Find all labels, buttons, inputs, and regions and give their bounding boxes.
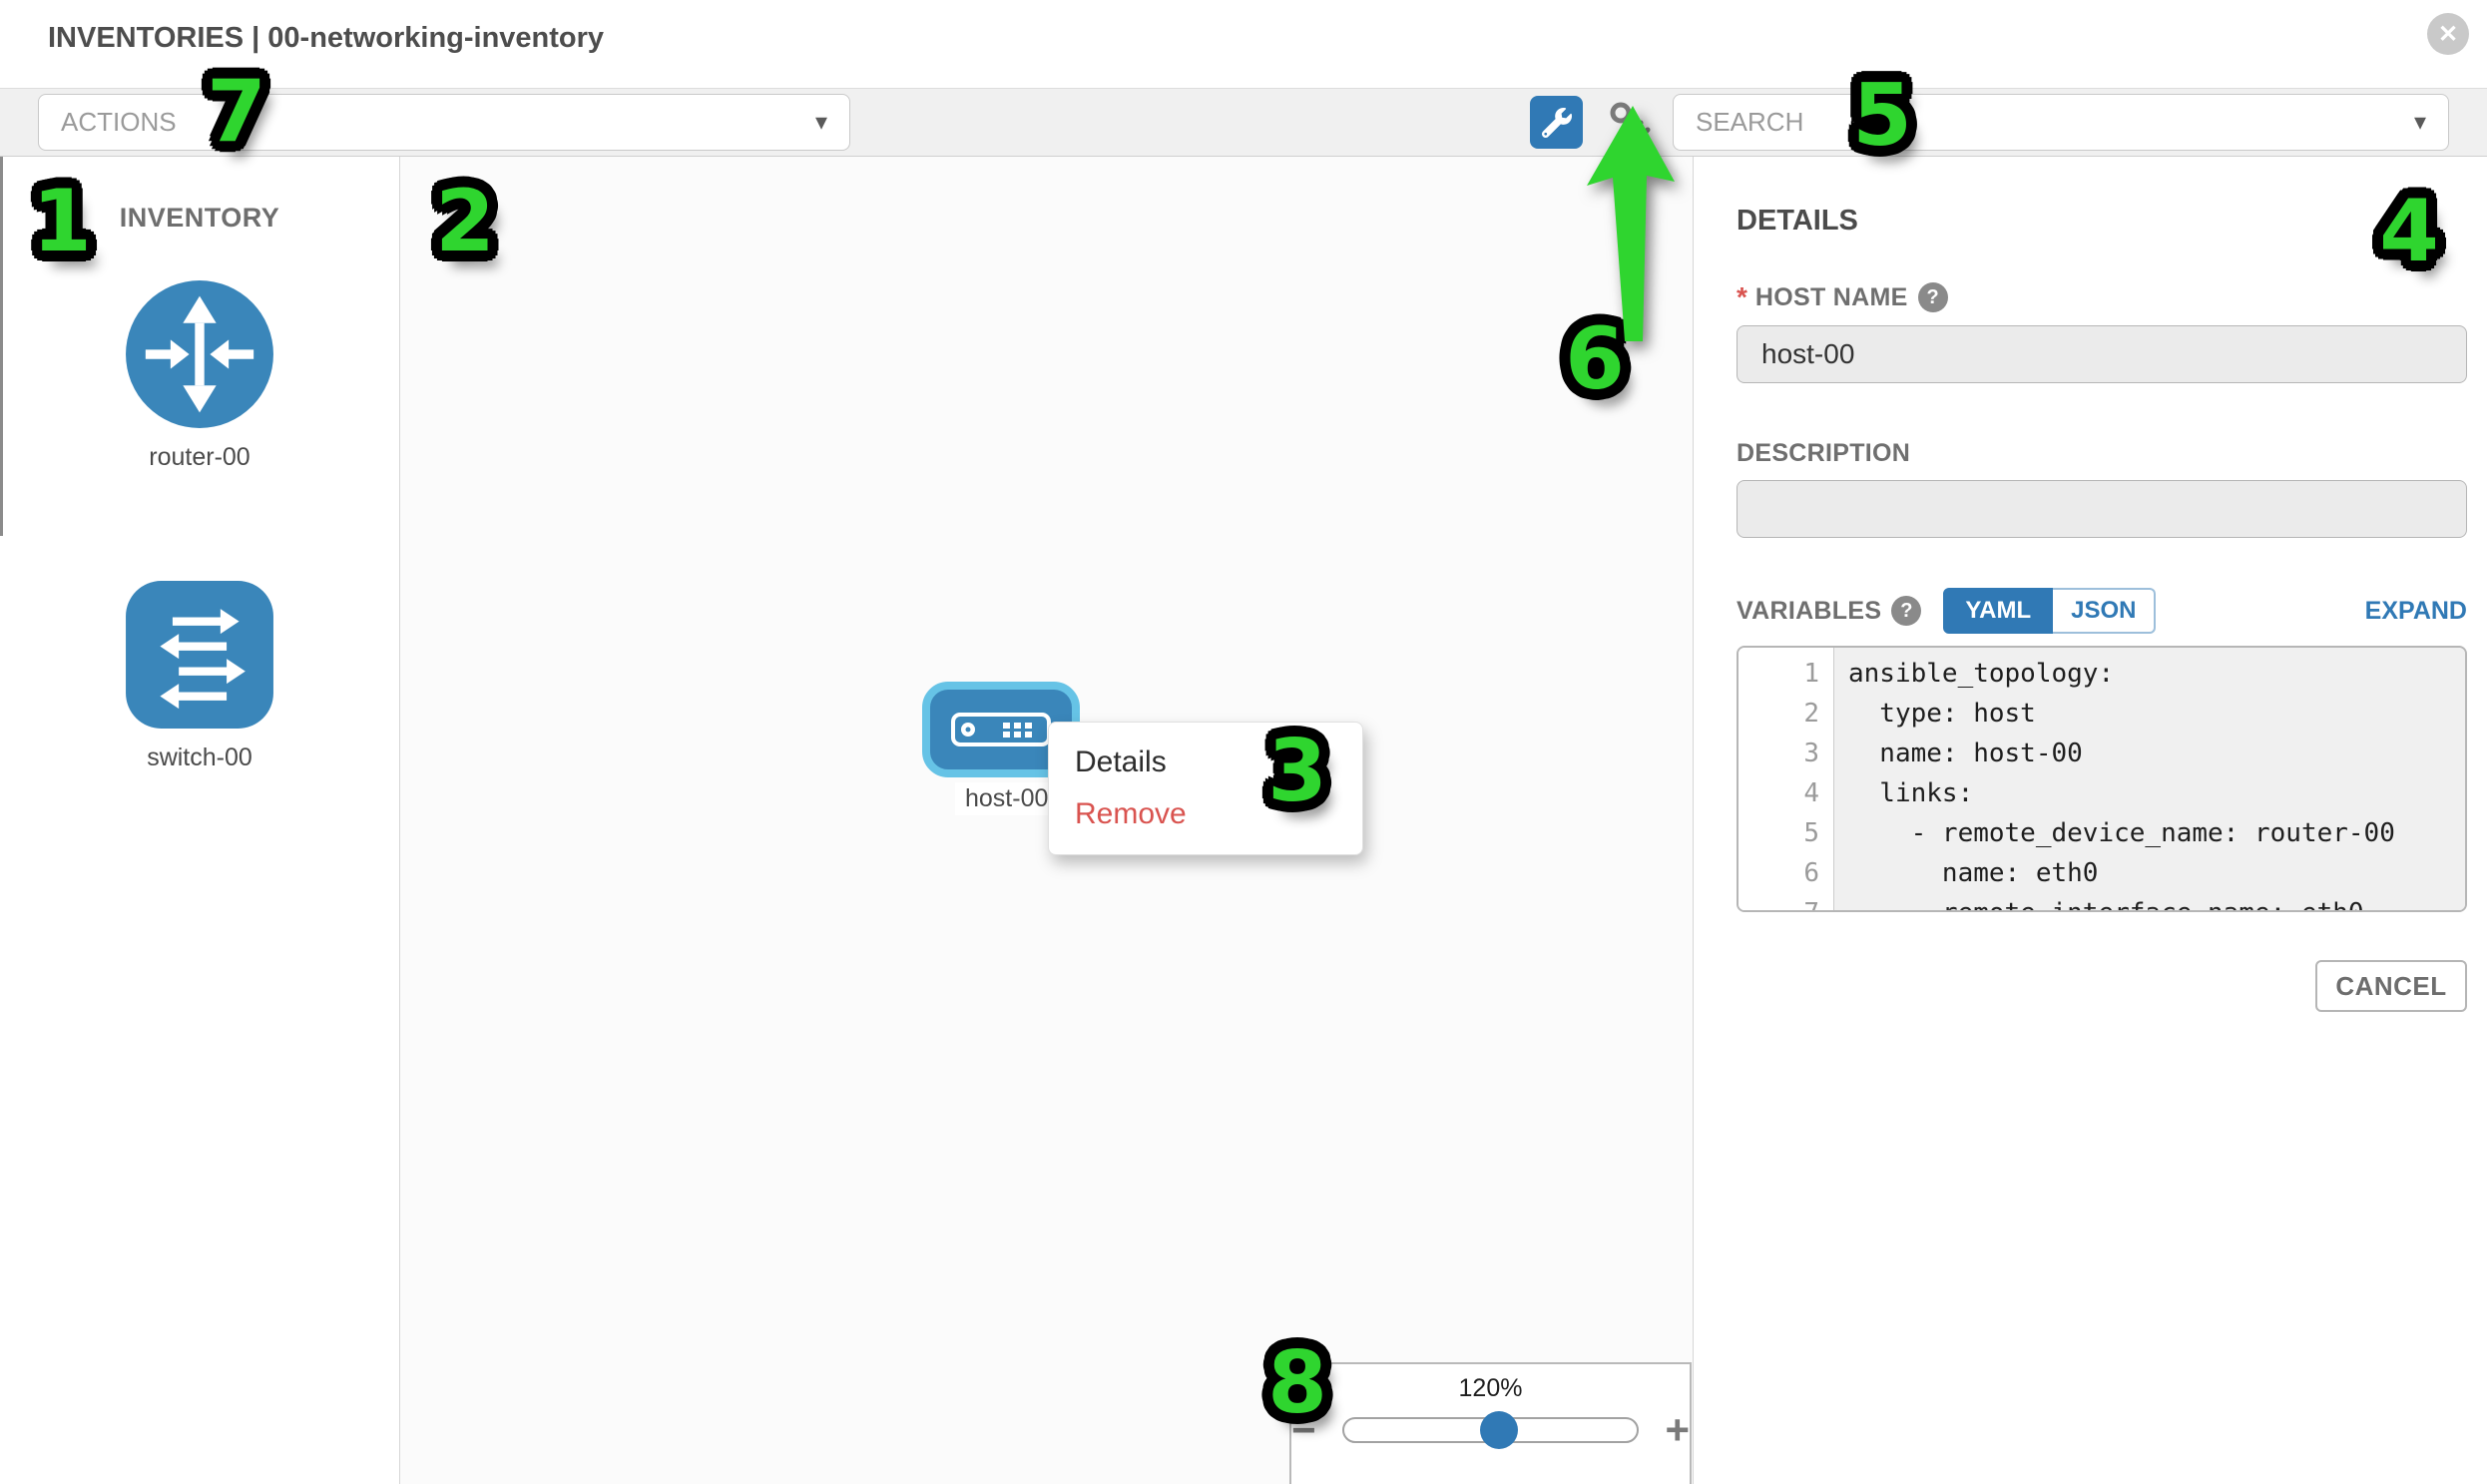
context-menu-item-remove[interactable]: Remove: [1075, 788, 1362, 840]
credentials-button[interactable]: [1605, 98, 1655, 148]
code-line: links:: [1848, 773, 2465, 813]
zoom-slider-thumb[interactable]: [1480, 1411, 1518, 1449]
code-gutter: 1 2 3 4 5 6 7: [1739, 648, 1834, 910]
line-number: 1: [1739, 654, 1833, 694]
line-number: 2: [1739, 694, 1833, 734]
host-node-label: host-00: [955, 782, 1058, 815]
expand-link[interactable]: EXPAND: [2365, 597, 2467, 626]
palette-item-label: router-00: [149, 443, 249, 472]
zoom-in-button[interactable]: +: [1665, 1415, 1690, 1445]
line-number: 3: [1739, 734, 1833, 773]
line-number: 6: [1739, 853, 1833, 893]
code-line: ansible_topology:: [1848, 654, 2465, 694]
main-area: INVENTORY router-00: [0, 157, 2487, 1484]
context-menu: Details Remove: [1048, 722, 1363, 855]
inventory-topology-window: INVENTORIES | 00-networking-inventory ✕ …: [0, 0, 2487, 1484]
variables-format-toggle: YAML JSON: [1943, 588, 2156, 634]
details-panel: DETAILS * HOST NAME ? DESCRIPTION VARIAB…: [1693, 157, 2487, 1484]
host-name-label: HOST NAME: [1755, 283, 1908, 312]
help-icon[interactable]: ?: [1891, 596, 1921, 626]
panel-edge-mark: [0, 157, 3, 536]
line-number: 7: [1739, 893, 1833, 912]
search-dropdown[interactable]: SEARCH ▾: [1673, 94, 2449, 151]
toolbar: ACTIONS ▾ SEARCH ▾: [0, 88, 2487, 157]
router-icon: [125, 279, 274, 429]
zoom-slider-track[interactable]: [1342, 1417, 1640, 1443]
topology-canvas[interactable]: host-00 Details Remove 120% − +: [400, 157, 1693, 1484]
close-button[interactable]: ✕: [2427, 13, 2469, 55]
page-title: INVENTORIES | 00-networking-inventory: [48, 22, 604, 55]
close-icon: ✕: [2438, 20, 2458, 49]
details-title: DETAILS: [1737, 205, 2462, 238]
context-menu-item-details[interactable]: Details: [1075, 737, 1362, 788]
key-icon: [1607, 100, 1653, 146]
actions-dropdown[interactable]: ACTIONS ▾: [38, 94, 850, 151]
code-line: name: eth0: [1848, 853, 2465, 893]
zoom-level-value: 120%: [1291, 1374, 1690, 1403]
chevron-down-icon: ▾: [2414, 108, 2426, 137]
chevron-down-icon: ▾: [815, 108, 827, 137]
search-dropdown-label: SEARCH: [1696, 107, 1803, 138]
zoom-out-button[interactable]: −: [1291, 1415, 1316, 1445]
code-line: - remote_device_name: router-00: [1848, 813, 2465, 853]
palette-item-label: switch-00: [147, 743, 252, 772]
palette-item-switch[interactable]: switch-00: [125, 580, 274, 772]
description-label: DESCRIPTION: [1737, 439, 1910, 468]
window-header: INVENTORIES | 00-networking-inventory ✕: [0, 0, 2487, 88]
line-number: 5: [1739, 813, 1833, 853]
toolbar-right-tools: SEARCH ▾: [1530, 94, 2449, 151]
help-icon[interactable]: ?: [1918, 282, 1948, 312]
inventory-palette: INVENTORY router-00: [0, 157, 400, 1484]
cancel-button[interactable]: CANCEL: [2315, 960, 2467, 1012]
actions-dropdown-label: ACTIONS: [61, 107, 177, 138]
line-number: 4: [1739, 773, 1833, 813]
toggle-yaml[interactable]: YAML: [1943, 588, 2053, 634]
inventory-title: INVENTORY: [120, 203, 280, 234]
host-name-field[interactable]: [1737, 325, 2467, 383]
variables-code-editor[interactable]: 1 2 3 4 5 6 7 ansible_topology: type: ho…: [1737, 646, 2467, 912]
host-icon: [951, 713, 1051, 746]
variables-label: VARIABLES: [1737, 597, 1881, 626]
zoom-control: 120% − +: [1289, 1362, 1692, 1484]
code-area[interactable]: ansible_topology: type: host name: host-…: [1834, 648, 2465, 910]
toggle-json[interactable]: JSON: [2053, 588, 2156, 634]
required-marker: *: [1737, 281, 1747, 313]
switch-icon: [125, 580, 274, 730]
code-line: type: host: [1848, 694, 2465, 734]
code-line: name: host-00: [1848, 734, 2465, 773]
palette-item-router[interactable]: router-00: [125, 279, 274, 472]
wrench-icon: [1542, 108, 1572, 138]
description-field[interactable]: [1737, 480, 2467, 538]
code-line: remote_interface_name: eth0: [1848, 893, 2465, 912]
tools-button[interactable]: [1530, 96, 1583, 149]
